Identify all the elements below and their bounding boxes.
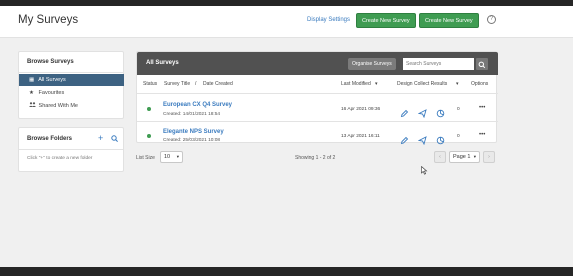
options-menu-icon[interactable]: ••• bbox=[479, 132, 485, 138]
results-count: 0 bbox=[457, 107, 460, 112]
top-header: My Surveys Display Settings Create New S… bbox=[0, 6, 573, 38]
results-chart-icon[interactable] bbox=[436, 132, 445, 150]
sort-desc-icon[interactable]: ▾ bbox=[375, 81, 378, 87]
last-modified-value: 13 Apr 2021 16:11 bbox=[341, 134, 380, 139]
page-title: My Surveys bbox=[18, 14, 79, 26]
folders-hint: Click "+" to create a new folder bbox=[27, 156, 93, 161]
star-icon: ★ bbox=[29, 90, 34, 96]
results-count: 0 bbox=[457, 134, 460, 139]
col-design-collect-results: Design Collect Results bbox=[397, 81, 448, 87]
next-page-button[interactable]: › bbox=[483, 151, 495, 163]
list-size-select[interactable]: 10 ▾ bbox=[160, 151, 183, 163]
col-status: Status bbox=[143, 81, 158, 87]
header-divider bbox=[137, 93, 498, 94]
sidebar-item-all-surveys[interactable]: ▦ All Surveys bbox=[19, 74, 124, 86]
sidebar-item-label: Favourites bbox=[38, 90, 65, 96]
showing-count: Showing 1 - 2 of 2 bbox=[295, 155, 336, 161]
list-size-label: List Size bbox=[136, 155, 155, 161]
divider bbox=[19, 72, 123, 73]
people-icon bbox=[29, 100, 37, 112]
survey-title-link[interactable]: Elegante NPS Survey bbox=[163, 129, 224, 135]
search-folder-icon[interactable] bbox=[111, 135, 118, 144]
collect-send-icon[interactable] bbox=[417, 132, 427, 150]
last-modified-value: 16 Apr 2021 09:36 bbox=[341, 107, 381, 112]
col-options: Options bbox=[471, 81, 489, 87]
survey-created-date: Created: 14/01/2021 18:54 bbox=[163, 112, 221, 117]
app-window: My Surveys Display Settings Create New S… bbox=[0, 6, 573, 267]
table-header-bar: All Surveys Organise Surveys bbox=[137, 52, 498, 75]
display-settings-link[interactable]: Display Settings bbox=[307, 17, 350, 23]
chevron-down-icon: ▾ bbox=[473, 154, 476, 159]
create-new-survey-button[interactable]: Create New Survey bbox=[356, 13, 416, 28]
col-date-created[interactable]: Date Created bbox=[203, 81, 233, 87]
help-icon[interactable]: ? bbox=[487, 15, 496, 24]
status-active-dot bbox=[147, 107, 151, 111]
sidebar-item-favourites[interactable]: ★ Favourites bbox=[19, 87, 124, 99]
row-divider bbox=[137, 121, 498, 122]
browse-surveys-panel: Browse Surveys ▦ All Surveys ★ Favourite… bbox=[18, 51, 124, 119]
sidebar-item-label: All Surveys bbox=[38, 77, 66, 83]
col-separator: / bbox=[195, 81, 197, 87]
grid-icon: ▦ bbox=[29, 77, 35, 83]
dcr-dropdown-icon[interactable]: ▾ bbox=[456, 81, 459, 87]
page-value: Page 1 bbox=[453, 154, 471, 160]
search-icon bbox=[478, 61, 486, 69]
table-title: All Surveys bbox=[146, 60, 179, 66]
sidebar-item-label: Shared With Me bbox=[38, 103, 78, 109]
search-surveys-input[interactable] bbox=[403, 58, 474, 70]
mouse-cursor-icon bbox=[421, 162, 428, 180]
surveys-table-panel: All Surveys Organise Surveys Status Surv… bbox=[136, 51, 498, 146]
page-select[interactable]: Page 1 ▾ bbox=[449, 151, 480, 163]
chevron-down-icon: ▾ bbox=[176, 154, 179, 159]
create-new-survey-button-2[interactable]: Create New Survey bbox=[419, 13, 479, 28]
add-folder-icon[interactable]: + bbox=[98, 133, 103, 143]
sidebar-item-shared-with-me[interactable]: Shared With Me bbox=[19, 100, 124, 112]
browse-folders-panel: Browse Folders + Click "+" to create a n… bbox=[18, 127, 124, 172]
browse-folders-title: Browse Folders bbox=[27, 136, 73, 142]
browse-surveys-title: Browse Surveys bbox=[27, 59, 74, 65]
divider bbox=[19, 149, 123, 150]
survey-created-date: Created: 25/03/2021 10:08 bbox=[163, 138, 221, 143]
options-menu-icon[interactable]: ••• bbox=[479, 105, 485, 111]
status-active-dot bbox=[147, 134, 151, 138]
survey-title-link[interactable]: European CX Q4 Survey bbox=[163, 102, 232, 108]
list-size-value: 10 bbox=[164, 154, 171, 160]
col-last-modified[interactable]: Last Modified bbox=[341, 81, 371, 87]
search-button[interactable] bbox=[476, 58, 488, 70]
col-survey-title[interactable]: Survey Title bbox=[164, 81, 190, 87]
organise-surveys-button[interactable]: Organise Surveys bbox=[348, 58, 396, 70]
prev-page-button[interactable]: ‹ bbox=[434, 151, 446, 163]
design-pencil-icon[interactable] bbox=[400, 132, 409, 150]
